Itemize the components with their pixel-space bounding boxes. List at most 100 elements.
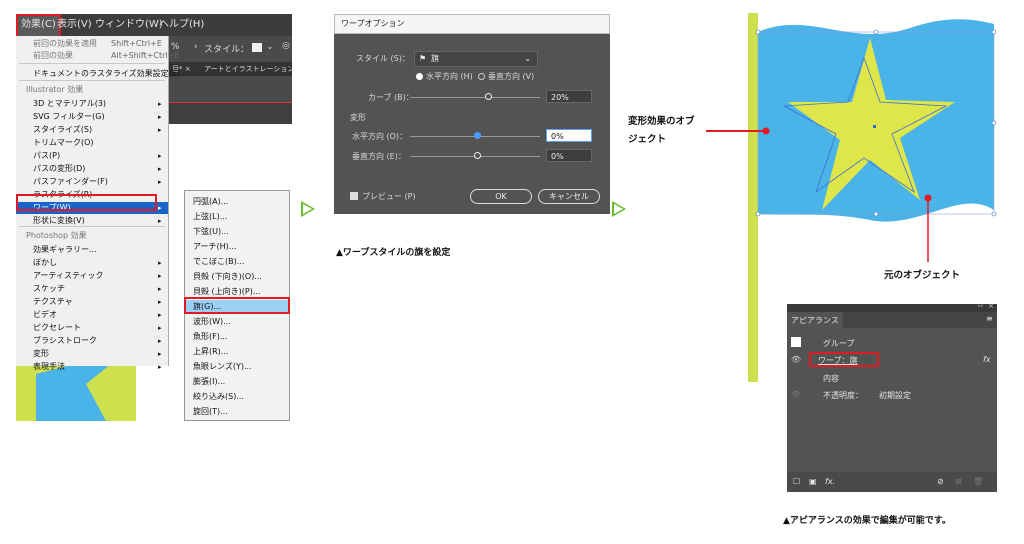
- bend-slider-knob[interactable]: [485, 93, 492, 100]
- clear-appearance-icon[interactable]: ⊘: [937, 477, 944, 486]
- menu-item[interactable]: 3D とマテリアル(3) ▸: [16, 98, 168, 110]
- menu-item[interactable]: ブラシストローク ▸: [16, 335, 168, 347]
- menu-item-label: 3D とマテリアル(3): [33, 99, 107, 108]
- style-label: スタイル (S)：: [356, 54, 410, 63]
- flag-style-icon: ⚑: [419, 54, 427, 63]
- submenu-arrow-icon: ▸: [158, 113, 162, 121]
- warp-submenu-label: 旋回(T)...: [193, 407, 228, 416]
- warp-submenu-label: でこぼこ(B)...: [193, 257, 245, 266]
- menu-item[interactable]: 表現手法 ▸: [16, 361, 168, 373]
- menu-item-label: テクスチャ: [33, 297, 73, 306]
- submenu-arrow-icon: ▸: [158, 165, 162, 173]
- style-swatch[interactable]: [252, 43, 262, 52]
- handle[interactable]: [991, 120, 997, 126]
- menu-item[interactable]: 形状に変換(V) ▸: [16, 215, 168, 227]
- menu-item[interactable]: ドキュメントのラスタライズ効果設定(E)...: [16, 68, 188, 80]
- opacity-value[interactable]: 初期設定: [879, 390, 911, 401]
- preview-checkbox[interactable]: [350, 192, 358, 200]
- menu-item-label: 形状に変換(V): [33, 216, 85, 225]
- warp-submenu-item[interactable]: 波形(W)...: [185, 315, 289, 329]
- warp-submenu-item[interactable]: アーチ(H)...: [185, 240, 289, 254]
- menu-view[interactable]: 表示(V): [54, 14, 95, 36]
- warp-submenu-item[interactable]: 魚形(F)...: [185, 330, 289, 344]
- handle[interactable]: [991, 211, 997, 217]
- dist-v-slider-knob[interactable]: [474, 152, 481, 159]
- handle[interactable]: [755, 211, 761, 217]
- warp-effect-link[interactable]: ワープ：旗: [818, 355, 858, 366]
- handle[interactable]: [873, 211, 879, 217]
- bend-slider-track[interactable]: [410, 97, 540, 98]
- chevron-down-icon[interactable]: ⌄: [266, 42, 274, 52]
- dist-v-input[interactable]: 0%: [546, 149, 592, 162]
- menu-item-label: 前回の効果: [33, 51, 73, 60]
- menu-icon[interactable]: ≡: [986, 314, 993, 323]
- warp-submenu-item[interactable]: 魚眼レンズ(Y)...: [185, 360, 289, 374]
- style-select[interactable]: ⚑ 旗 ⌄: [414, 51, 538, 67]
- handle[interactable]: [755, 29, 761, 35]
- menu-item[interactable]: アーティスティック ▸: [16, 270, 168, 282]
- menu-effect[interactable]: 効果(C): [16, 14, 61, 38]
- menu-shortcut: Alt+Shift+Ctrl+E: [111, 51, 180, 60]
- document-tab[interactable]: アートとイラストレーション.ai: [204, 64, 292, 74]
- submenu-arrow-icon: ▸: [158, 152, 162, 160]
- menu-help[interactable]: ヘルプ(H): [156, 14, 207, 36]
- menu-item[interactable]: スケッチ ▸: [16, 283, 168, 295]
- warp-submenu-label: アーチ(H)...: [193, 242, 237, 251]
- dist-h-input[interactable]: 0%: [546, 129, 592, 142]
- warp-submenu-item[interactable]: 下弦(U)...: [185, 225, 289, 239]
- menu-item[interactable]: パス(P) ▸: [16, 150, 168, 162]
- menu-shortcut: Shift+Ctrl+E: [111, 39, 162, 48]
- menu-item[interactable]: SVG フィルター(G) ▸: [16, 111, 168, 123]
- warp-submenu-item[interactable]: 膨張(I)...: [185, 375, 289, 389]
- group-label: グループ: [823, 339, 855, 348]
- bend-input[interactable]: 20%: [546, 90, 592, 103]
- globe-icon[interactable]: ◎: [282, 41, 290, 51]
- menu-item-label: スケッチ: [33, 284, 65, 293]
- eye-icon[interactable]: 👁: [791, 390, 801, 399]
- new-fill-icon[interactable]: ▣: [809, 477, 817, 486]
- collapse-icon[interactable]: ‹‹: [977, 302, 983, 310]
- delete-icon[interactable]: 🗑: [973, 477, 983, 486]
- warp-submenu-item[interactable]: 上弦(L)...: [185, 210, 289, 224]
- warp-submenu-item[interactable]: 円弧(A)...: [185, 195, 289, 209]
- menu-window[interactable]: ウィンドウ(W): [92, 14, 166, 36]
- tab-appearance[interactable]: アピアランス: [787, 312, 844, 328]
- vertical-radio[interactable]: [478, 73, 485, 80]
- menu-item[interactable]: ぼかし ▸: [16, 257, 168, 269]
- menu-item[interactable]: 効果ギャラリー...: [16, 244, 168, 256]
- menu-item[interactable]: 変形 ▸: [16, 348, 168, 360]
- menu-item[interactable]: パスファインダー(F) ▸: [16, 176, 168, 188]
- horizontal-radio[interactable]: [416, 73, 423, 80]
- menu-item[interactable]: トリムマーク(O): [16, 137, 168, 149]
- distortion-label: 変形: [350, 113, 366, 122]
- menu-item[interactable]: パスの変形(D) ▸: [16, 163, 168, 175]
- menu-item[interactable]: スタイライズ(S) ▸: [16, 124, 168, 136]
- eye-icon[interactable]: 👁: [791, 355, 801, 364]
- menu-item-label: ビデオ: [33, 310, 57, 319]
- duplicate-icon[interactable]: ⊞: [955, 477, 962, 486]
- menu-item[interactable]: テクスチャ ▸: [16, 296, 168, 308]
- menu-item[interactable]: ピクセレート ▸: [16, 322, 168, 334]
- submenu-arrow-icon: ▸: [158, 204, 162, 212]
- cancel-button[interactable]: キャンセル: [538, 189, 600, 204]
- warp-caption: ▲ワープスタイルの旗を設定: [336, 248, 451, 258]
- menu-item-label: パスファインダー(F): [33, 177, 108, 186]
- add-effect-icon[interactable]: fx.: [825, 477, 835, 486]
- close-icon[interactable]: ×: [988, 302, 994, 310]
- menu-item[interactable]: ビデオ ▸: [16, 309, 168, 321]
- fx-icon[interactable]: fx: [983, 355, 991, 364]
- warp-submenu-item[interactable]: 旋回(T)...: [185, 405, 289, 419]
- warp-submenu-item[interactable]: 貝殻 (下向き)(O)...: [185, 270, 289, 284]
- menu-item-label: パス(P): [33, 151, 61, 160]
- menu-separator: [19, 80, 165, 81]
- handle[interactable]: [873, 29, 879, 35]
- warp-submenu-item[interactable]: でこぼこ(B)...: [185, 255, 289, 269]
- warp-submenu-item[interactable]: 上昇(R)...: [185, 345, 289, 359]
- new-stroke-icon[interactable]: ☐: [793, 477, 800, 486]
- ok-button[interactable]: OK: [470, 189, 532, 204]
- dist-h-slider-knob[interactable]: [474, 132, 481, 139]
- warp-submenu-item[interactable]: 絞り込み(S)...: [185, 390, 289, 404]
- handle[interactable]: [991, 29, 997, 35]
- arrow-right-icon: [301, 201, 315, 217]
- menu-item-label: ぼかし: [33, 258, 57, 267]
